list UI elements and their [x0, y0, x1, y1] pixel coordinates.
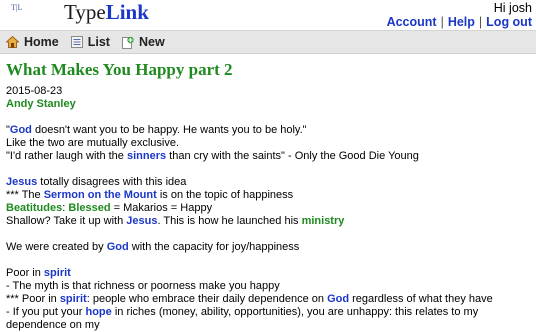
- new-document-icon: [121, 36, 134, 49]
- nav-home-label: Home: [24, 35, 59, 49]
- post-line: "I'd rather laugh with the sinners than …: [6, 150, 419, 162]
- post-line: "God doesn't want you to be happy. He wa…: [6, 124, 307, 136]
- logo-mark: T|L: [11, 3, 23, 12]
- keyword-link[interactable]: Sermon on the Mount: [44, 189, 157, 201]
- post-line: Poor in spirit: [6, 267, 71, 279]
- help-link[interactable]: Help: [448, 15, 475, 29]
- separator: |: [478, 15, 483, 29]
- post-line: - If you put your hope in riches (money,…: [6, 306, 479, 331]
- nav-list[interactable]: List: [70, 35, 110, 49]
- keyword-link[interactable]: God: [327, 293, 349, 305]
- post-date: 2015-08-23: [6, 85, 63, 97]
- user-menu: Hi josh Account | Help | Log out: [387, 1, 532, 29]
- post-line: *** The Sermon on the Mount is on the to…: [6, 189, 294, 201]
- post-title: What Makes You Happy part 2: [6, 60, 233, 79]
- nav-list-label: List: [87, 35, 110, 49]
- post-content: What Makes You Happy part 2 2015-08-23 A…: [0, 54, 536, 332]
- keyword-link[interactable]: Beatitudes: [6, 202, 62, 214]
- keyword-link[interactable]: Jesus: [126, 215, 157, 227]
- post-line: We were created by God with the capacity…: [6, 241, 300, 253]
- keyword-link[interactable]: Jesus: [6, 176, 37, 188]
- logo[interactable]: TypeLink: [64, 0, 149, 25]
- user-greeting: Hi josh: [493, 1, 532, 15]
- nav-new-label: New: [138, 35, 165, 49]
- keyword-link[interactable]: hope: [85, 306, 111, 318]
- post-line: Shallow? Take it up with Jesus. This is …: [6, 215, 345, 227]
- separator: |: [440, 15, 444, 29]
- logo-prefix: Type: [64, 0, 106, 24]
- header: T|L TypeLink Hi josh Account | Help | Log ou…: [0, 0, 536, 30]
- nav-home[interactable]: Home: [6, 35, 59, 49]
- keyword-link[interactable]: Blessed: [68, 202, 110, 214]
- post-line: *** Poor in spirit: people who embrace t…: [6, 293, 493, 305]
- keyword-link[interactable]: God: [107, 241, 129, 253]
- keyword-link[interactable]: spirit: [44, 267, 71, 279]
- nav-bar: Home List New: [0, 30, 536, 54]
- post-line: - The myth is that richness or poorness …: [6, 280, 280, 292]
- post-line: Like the two are mutually exclusive.: [6, 137, 180, 149]
- post-line: Beatitudes: Blessed = Makarios = Happy: [6, 202, 213, 214]
- home-icon: [6, 36, 19, 48]
- list-icon: [70, 36, 83, 48]
- keyword-link[interactable]: spirit: [60, 293, 87, 305]
- keyword-link[interactable]: ministry: [302, 215, 345, 227]
- logo-suffix: Link: [105, 0, 149, 24]
- logout-link[interactable]: Log out: [486, 15, 532, 29]
- account-link[interactable]: Account: [387, 15, 437, 29]
- nav-new[interactable]: New: [121, 35, 165, 49]
- post-line: Jesus totally disagrees with this idea: [6, 176, 187, 188]
- keyword-link[interactable]: sinners: [127, 150, 166, 162]
- keyword-link[interactable]: God: [10, 124, 32, 136]
- post-author[interactable]: Andy Stanley: [6, 98, 530, 111]
